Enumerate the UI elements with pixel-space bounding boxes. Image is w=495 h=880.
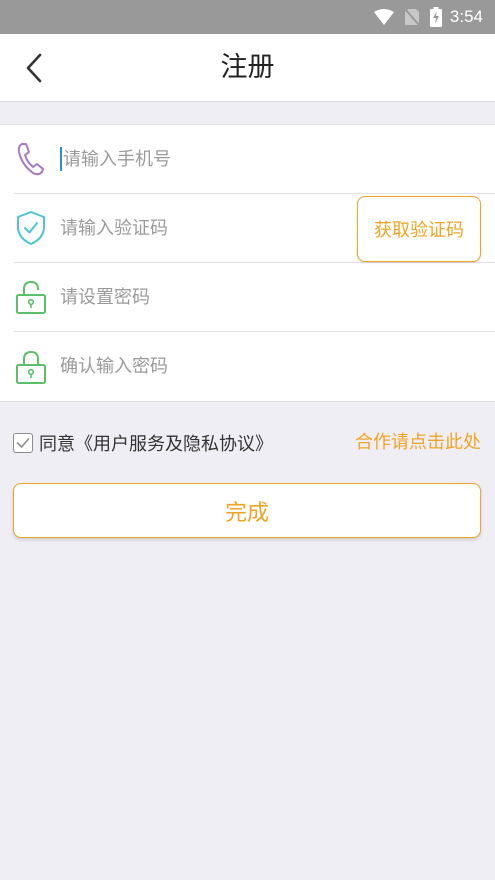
confirm-password-row [14, 332, 495, 401]
chevron-left-icon [26, 53, 42, 83]
register-form: 获取验证码 [0, 124, 495, 402]
phone-row [14, 125, 495, 194]
shield-check-icon [14, 208, 48, 248]
verification-code-input[interactable] [60, 208, 310, 248]
checkmark-icon [16, 438, 30, 448]
status-time: 3:54 [449, 7, 483, 26]
password-input[interactable] [60, 277, 310, 317]
code-row [14, 194, 345, 263]
no-sim-icon [404, 8, 420, 26]
text-cursor [60, 147, 62, 171]
password-row [14, 263, 495, 332]
battery-charging-icon [429, 7, 442, 27]
back-button[interactable] [14, 48, 54, 88]
wifi-icon [373, 9, 394, 25]
confirm-password-input[interactable] [60, 346, 310, 387]
cooperation-link[interactable]: 合作请点击此处 [355, 428, 481, 458]
lock-icon [14, 277, 48, 317]
agreement-checkbox[interactable] [13, 433, 33, 453]
lock-icon [14, 347, 48, 387]
agreement-link[interactable]: 同意《用户服务及隐私协议》 [39, 430, 273, 456]
phone-input[interactable] [63, 139, 313, 179]
status-bar: 3:54 [0, 0, 495, 34]
nav-bar: 注册 [0, 34, 495, 102]
get-code-button[interactable]: 获取验证码 [357, 196, 481, 262]
submit-button[interactable]: 完成 [13, 483, 481, 538]
phone-icon [14, 139, 48, 179]
page-title: 注册 [220, 52, 275, 83]
